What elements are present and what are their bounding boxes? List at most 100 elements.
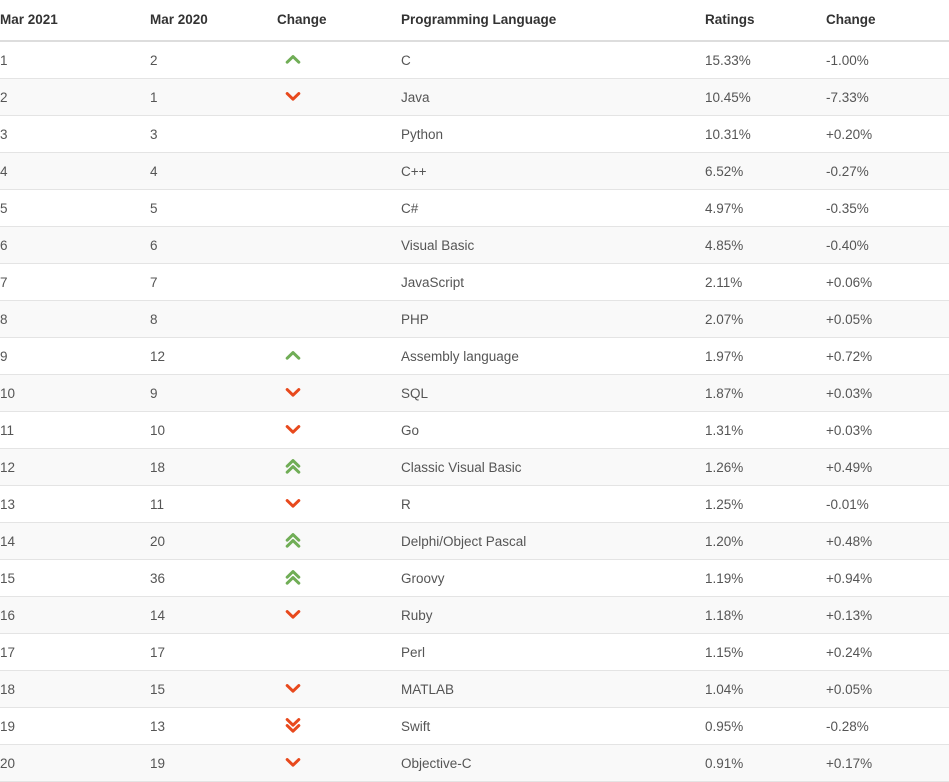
cell-rank-change — [277, 744, 401, 782]
cell-programming-language: C++ — [401, 152, 705, 190]
cell-ratings: 1.15% — [705, 633, 826, 671]
table-header-row: Mar 2021 Mar 2020 Change Programming Lan… — [0, 0, 949, 42]
cell-ratings-change: -1.00% — [826, 41, 949, 79]
chevron-down-icon — [285, 387, 301, 399]
cell-rank-mar-2021: 2 — [0, 78, 150, 116]
column-header-ratings[interactable]: Ratings — [705, 0, 826, 42]
cell-rank-mar-2020: 3 — [150, 115, 277, 153]
cell-rank-mar-2021: 8 — [0, 300, 150, 338]
rank-change-indicator — [277, 91, 401, 103]
table-row: 13 11 R 1.25% -0.01% — [0, 485, 949, 523]
cell-ratings: 1.25% — [705, 485, 826, 523]
cell-ratings: 2.07% — [705, 300, 826, 338]
table-row: 5 5 C# 4.97% -0.35% — [0, 189, 949, 227]
cell-rank-change — [277, 189, 401, 227]
ranking-table-container: Mar 2021 Mar 2020 Change Programming Lan… — [0, 0, 949, 782]
column-header-ratings-change[interactable]: Change — [826, 0, 949, 42]
column-header-rank-mar-2021[interactable]: Mar 2021 — [0, 0, 150, 42]
cell-programming-language: MATLAB — [401, 670, 705, 708]
cell-rank-mar-2020: 18 — [150, 448, 277, 486]
cell-programming-language: Swift — [401, 707, 705, 745]
cell-ratings: 0.95% — [705, 707, 826, 745]
chevron-double-up-icon — [285, 569, 301, 587]
cell-ratings: 1.18% — [705, 596, 826, 634]
cell-rank-mar-2020: 12 — [150, 337, 277, 375]
rank-change-indicator — [277, 609, 401, 621]
column-header-rank-mar-2020[interactable]: Mar 2020 — [150, 0, 277, 42]
table-row: 8 8 PHP 2.07% +0.05% — [0, 300, 949, 338]
chevron-down-icon — [285, 683, 301, 695]
rank-change-indicator — [277, 717, 401, 735]
cell-rank-mar-2021: 19 — [0, 707, 150, 745]
cell-programming-language: Python — [401, 115, 705, 153]
chevron-down-icon — [285, 609, 301, 621]
cell-ratings-change: +0.03% — [826, 374, 949, 412]
cell-ratings-change: +0.05% — [826, 670, 949, 708]
chevron-up-icon — [285, 54, 301, 66]
column-header-rank-change[interactable]: Change — [277, 0, 401, 42]
cell-ratings: 1.31% — [705, 411, 826, 449]
cell-ratings-change: +0.05% — [826, 300, 949, 338]
cell-rank-change — [277, 115, 401, 153]
cell-rank-change — [277, 485, 401, 523]
table-row: 9 12 Assembly language 1.97% +0.72% — [0, 337, 949, 375]
cell-rank-change — [277, 596, 401, 634]
cell-rank-mar-2021: 18 — [0, 670, 150, 708]
cell-ratings: 15.33% — [705, 41, 826, 79]
cell-ratings: 4.85% — [705, 226, 826, 264]
cell-ratings-change: +0.03% — [826, 411, 949, 449]
cell-rank-mar-2020: 19 — [150, 744, 277, 782]
cell-ratings: 1.19% — [705, 559, 826, 597]
cell-rank-mar-2021: 1 — [0, 41, 150, 79]
cell-programming-language: Delphi/Object Pascal — [401, 522, 705, 560]
cell-ratings: 1.97% — [705, 337, 826, 375]
cell-rank-mar-2021: 17 — [0, 633, 150, 671]
chevron-up-icon — [285, 350, 301, 362]
table-row: 11 10 Go 1.31% +0.03% — [0, 411, 949, 449]
cell-programming-language: Go — [401, 411, 705, 449]
cell-ratings: 10.45% — [705, 78, 826, 116]
cell-rank-change — [277, 411, 401, 449]
cell-ratings: 0.91% — [705, 744, 826, 782]
table-row: 10 9 SQL 1.87% +0.03% — [0, 374, 949, 412]
cell-programming-language: Visual Basic — [401, 226, 705, 264]
table-row: 1 2 C 15.33% -1.00% — [0, 41, 949, 79]
cell-rank-mar-2020: 10 — [150, 411, 277, 449]
cell-rank-mar-2020: 15 — [150, 670, 277, 708]
cell-rank-mar-2020: 1 — [150, 78, 277, 116]
rank-change-indicator — [277, 683, 401, 695]
cell-rank-change — [277, 337, 401, 375]
table-row: 15 36 Groovy 1.19% +0.94% — [0, 559, 949, 597]
cell-ratings-change: +0.20% — [826, 115, 949, 153]
cell-rank-mar-2021: 5 — [0, 189, 150, 227]
cell-programming-language: C — [401, 41, 705, 79]
cell-rank-mar-2020: 11 — [150, 485, 277, 523]
table-row: 3 3 Python 10.31% +0.20% — [0, 115, 949, 153]
table-body: 1 2 C 15.33% -1.00% 2 1 Java 10.45% -7.33% 3 3 Pytho… — [0, 41, 949, 782]
column-header-programming-language[interactable]: Programming Language — [401, 0, 705, 42]
cell-programming-language: Ruby — [401, 596, 705, 634]
cell-programming-language: Perl — [401, 633, 705, 671]
cell-rank-mar-2020: 13 — [150, 707, 277, 745]
rank-change-indicator — [277, 387, 401, 399]
cell-rank-change — [277, 522, 401, 560]
cell-ratings-change: +0.48% — [826, 522, 949, 560]
cell-rank-mar-2021: 13 — [0, 485, 150, 523]
cell-rank-mar-2020: 17 — [150, 633, 277, 671]
table-row: 14 20 Delphi/Object Pascal 1.20% +0.48% — [0, 522, 949, 560]
programming-language-ranking-table: Mar 2021 Mar 2020 Change Programming Lan… — [0, 0, 949, 782]
cell-rank-change — [277, 374, 401, 412]
chevron-down-icon — [285, 757, 301, 769]
rank-change-indicator — [277, 498, 401, 510]
table-row: 18 15 MATLAB 1.04% +0.05% — [0, 670, 949, 708]
cell-rank-change — [277, 78, 401, 116]
chevron-double-up-icon — [285, 458, 301, 476]
cell-rank-change — [277, 670, 401, 708]
cell-ratings-change: +0.72% — [826, 337, 949, 375]
cell-rank-mar-2020: 7 — [150, 263, 277, 301]
table-row: 19 13 Swift 0.95% -0.28% — [0, 707, 949, 745]
cell-ratings-change: -0.28% — [826, 707, 949, 745]
cell-ratings: 4.97% — [705, 189, 826, 227]
cell-programming-language: SQL — [401, 374, 705, 412]
rank-change-indicator — [277, 350, 401, 362]
